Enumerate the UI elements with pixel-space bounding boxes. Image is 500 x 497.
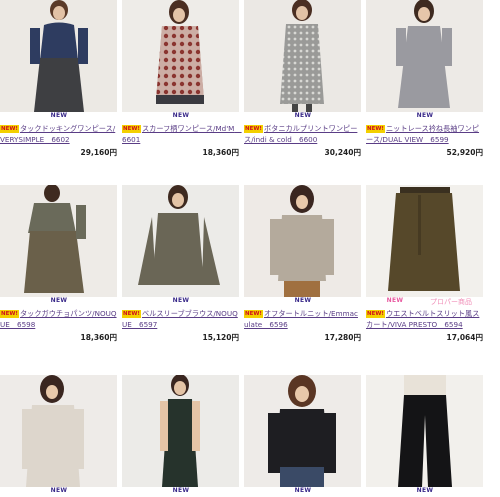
product-price: 29,160円 bbox=[80, 148, 117, 157]
product-photo[interactable] bbox=[366, 185, 483, 297]
new-badge: NEW! bbox=[244, 310, 263, 318]
new-badge: NEW! bbox=[0, 310, 19, 318]
product-title-link[interactable]: NEW! ボタニカルプリントワンピース/indi & cold 6600 bbox=[244, 123, 362, 145]
product-price: 15,120円 bbox=[202, 333, 239, 342]
new-badge: NEW! bbox=[122, 310, 141, 318]
new-badge: NEW! bbox=[122, 125, 141, 133]
product-title-link[interactable]: NEW! オフタートルニット/Emmaculate 6596 bbox=[244, 308, 362, 330]
new-label: NEW bbox=[294, 487, 312, 494]
new-badge: NEW! bbox=[244, 125, 263, 133]
product-price: 17,280円 bbox=[324, 333, 361, 342]
product-photo[interactable] bbox=[366, 0, 483, 112]
new-label: NEW bbox=[294, 297, 312, 304]
product-title-link[interactable]: NEW! タックドッキングワンピース/VERYSIMPLE 6602 bbox=[0, 123, 118, 145]
product-title-link[interactable]: NEW! ウエストベルトスリット風スカート/VIVA PRESTO 6594 bbox=[366, 308, 484, 330]
new-label: NEW bbox=[50, 487, 68, 494]
new-badge: NEW! bbox=[366, 125, 385, 133]
product-price: 52,920円 bbox=[446, 148, 483, 157]
product-photo[interactable] bbox=[0, 375, 117, 487]
new-label: NEW bbox=[172, 487, 190, 494]
product-title-link[interactable]: NEW! ベルスリーブブラウス/NOUQUE 6597 bbox=[122, 308, 240, 330]
product-price: 18,360円 bbox=[202, 148, 239, 157]
new-label: NEW bbox=[172, 297, 190, 304]
new-label: NEW bbox=[50, 297, 68, 304]
new-label: NEW bbox=[50, 112, 68, 119]
product-title-link[interactable]: NEW! スカーフ柄ワンピース/Md'M 6601 bbox=[122, 123, 242, 145]
product-photo[interactable] bbox=[122, 0, 239, 112]
product-price: 30,240円 bbox=[324, 148, 361, 157]
new-label: NEW bbox=[416, 112, 434, 119]
product-photo[interactable] bbox=[244, 0, 361, 112]
new-label: NEW bbox=[416, 487, 434, 494]
new-badge: NEW! bbox=[366, 310, 385, 318]
product-grid: NEW NEW! タックドッキングワンピース/VERYSIMPLE 6602 29… bbox=[0, 0, 500, 497]
new-label: NEW bbox=[172, 112, 190, 119]
product-photo[interactable] bbox=[0, 0, 117, 112]
product-photo[interactable] bbox=[122, 375, 239, 487]
product-photo[interactable] bbox=[0, 185, 117, 297]
new-label: NEW bbox=[386, 297, 404, 304]
product-photo[interactable] bbox=[122, 185, 239, 297]
new-label: NEW bbox=[294, 112, 312, 119]
product-photo[interactable] bbox=[244, 185, 361, 297]
new-badge: NEW! bbox=[0, 125, 19, 133]
product-price: 18,360円 bbox=[80, 333, 117, 342]
product-title-link[interactable]: NEW! タックガウチョパンツ/NOUQUE 6598 bbox=[0, 308, 118, 330]
product-photo[interactable] bbox=[366, 375, 483, 487]
product-title-link[interactable]: NEW! ニットレース衿ね長袖ワンピース/DUAL VIEW 6599 bbox=[366, 123, 484, 145]
product-price: 17,064円 bbox=[446, 333, 483, 342]
product-photo[interactable] bbox=[244, 375, 361, 487]
promo-label: プロパー商品 bbox=[430, 298, 472, 306]
